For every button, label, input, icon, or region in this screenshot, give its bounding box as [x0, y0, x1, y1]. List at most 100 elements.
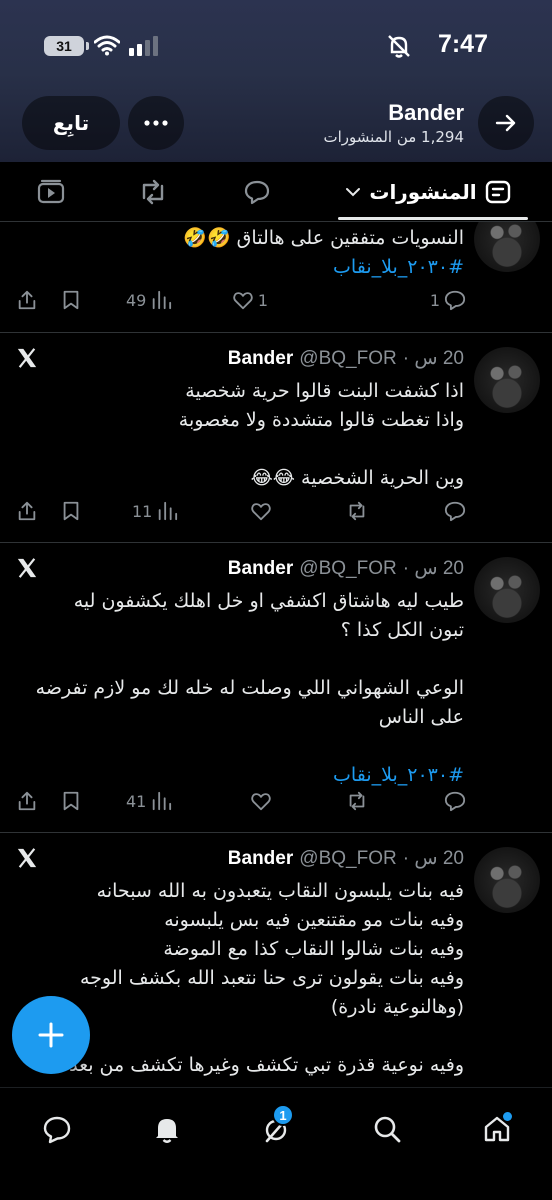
reply-icon: [444, 501, 466, 522]
repost-icon: [142, 179, 164, 205]
share-button[interactable]: [16, 781, 38, 821]
hashtag-link[interactable]: #٢٠٣٠_بلا_نقاب: [24, 253, 464, 282]
posts-feed[interactable]: النسويات متفقين على هالتاق 🤣🤣 #٢٠٣٠_بلا_…: [0, 222, 552, 1087]
post-line: (وهالنوعية نادرة): [330, 996, 464, 1018]
share-button[interactable]: [16, 491, 38, 531]
like-button[interactable]: [250, 781, 272, 821]
video-icon: [37, 179, 65, 204]
reply-bubble-icon: [244, 180, 270, 205]
like-count: 1: [257, 290, 268, 310]
reply-icon: [444, 791, 466, 812]
bookmark-icon: [63, 791, 79, 811]
post-line: وفيه بنات شالوا النقاب كذا مع الموضة: [163, 938, 464, 960]
like-button[interactable]: 1: [232, 280, 272, 320]
post-time: 20 س: [414, 848, 464, 869]
nav-grok[interactable]: 1: [252, 1104, 302, 1154]
notification-badge: 1: [272, 1104, 294, 1126]
chevron-down-icon: [346, 188, 361, 197]
post-time: 20 س: [414, 558, 464, 579]
author-handle[interactable]: @BQ_FOR: [299, 558, 396, 579]
profile-header: 31 7:47 تابِع Bander 1,294 من المنشورات: [0, 0, 552, 162]
profile-name: Bander: [388, 100, 464, 125]
author-handle[interactable]: @BQ_FOR: [299, 348, 396, 369]
bookmark-icon: [63, 290, 79, 310]
post-card[interactable]: Bander @BQ_FOR · 20 س اذا كشفت البنت قال…: [0, 333, 552, 543]
plus-icon: [38, 1022, 64, 1048]
reply-button[interactable]: [444, 491, 466, 531]
tab-reposts[interactable]: [128, 162, 178, 222]
nav-messages[interactable]: [32, 1104, 82, 1154]
share-button[interactable]: [16, 280, 38, 320]
back-button[interactable]: [478, 96, 534, 150]
views-button[interactable]: 49: [122, 280, 172, 320]
post-actions: 41: [0, 781, 552, 821]
reply-icon: [444, 290, 466, 311]
reply-button[interactable]: [444, 781, 466, 821]
post-line: [24, 732, 464, 761]
post-line: واذا تغطت قالوا متشددة ولا مغصوبة: [178, 409, 464, 431]
x-logo-icon: [17, 558, 37, 578]
mute-bell-icon: [388, 35, 410, 58]
heart-icon: [251, 503, 271, 521]
author-name[interactable]: Bander: [228, 558, 293, 579]
repost-icon: [349, 791, 365, 811]
bookmark-button[interactable]: [60, 280, 82, 320]
avatar[interactable]: [474, 557, 540, 623]
post-card[interactable]: Bander @BQ_FOR · 20 س طيب ليه هاشتاق اكش…: [0, 543, 552, 833]
search-icon: [374, 1116, 401, 1143]
arrow-right-icon: [495, 114, 516, 132]
more-dots-icon: [144, 120, 168, 126]
author-handle[interactable]: @BQ_FOR: [299, 848, 396, 869]
nav-home[interactable]: [472, 1104, 522, 1154]
views-bar-icon: [153, 791, 172, 811]
more-options-button[interactable]: [128, 96, 184, 150]
views-button[interactable]: 11: [128, 491, 178, 531]
reply-button[interactable]: 1: [426, 280, 466, 320]
views-button[interactable]: 41: [122, 781, 172, 821]
signal-icon: [129, 36, 158, 56]
avatar[interactable]: [474, 847, 540, 913]
like-button[interactable]: [250, 491, 272, 531]
author-name[interactable]: Bander: [228, 848, 293, 869]
author-name[interactable]: Bander: [228, 348, 293, 369]
post-line: الوعي الشهواني اللي وصلت له خله لك مو لا…: [35, 677, 464, 699]
post-line: [24, 435, 464, 464]
tab-posts[interactable]: المنشورات: [328, 162, 528, 222]
post-text: اذا كشفت البنت قالوا حرية شخصية واذا تغط…: [24, 377, 464, 493]
views-bar-icon: [159, 501, 178, 521]
repost-button[interactable]: [346, 491, 368, 531]
post-line: تبون الكل كذا ؟: [340, 619, 464, 641]
profile-tabs: المنشورات: [0, 162, 552, 222]
post-actions: 11: [0, 491, 552, 531]
repost-button[interactable]: [346, 781, 368, 821]
nav-notifications[interactable]: [142, 1104, 192, 1154]
active-tab-indicator: [338, 217, 528, 220]
compose-button[interactable]: [12, 996, 90, 1074]
post-count: 1,294 من المنشورات: [323, 128, 464, 146]
post-text: النسويات متفقين على هالتاق 🤣🤣 #٢٠٣٠_بلا_…: [24, 224, 464, 282]
repost-icon: [349, 501, 365, 521]
x-logo-icon: [17, 348, 37, 368]
tab-media[interactable]: [26, 162, 76, 222]
views-bar-icon: [153, 290, 172, 310]
avatar[interactable]: [474, 222, 540, 272]
post-line: اذا كشفت البنت قالوا حرية شخصية: [185, 380, 464, 402]
bookmark-button[interactable]: [60, 781, 82, 821]
post-line: وفيه بنات مو مقتنعين فيه بس يلبسونه: [164, 909, 464, 931]
post-text: طيب ليه هاشتاق اكشفي او خل اهلك يكشفون ل…: [24, 587, 464, 790]
wifi-icon: [94, 35, 120, 56]
nav-search[interactable]: [362, 1104, 412, 1154]
post-header: Bander @BQ_FOR · 20 س: [227, 848, 464, 869]
follow-button[interactable]: تابِع: [22, 96, 120, 150]
bottom-navigation: 1: [0, 1087, 552, 1200]
bookmark-button[interactable]: [60, 491, 82, 531]
tab-replies[interactable]: [232, 162, 282, 222]
view-count: 41: [126, 791, 147, 811]
status-bar: 31 7:47: [0, 28, 552, 64]
avatar[interactable]: [474, 347, 540, 413]
post-line: وفيه بنات يقولون ترى حنا نتعبد الله بكشف…: [79, 967, 464, 989]
share-icon: [18, 501, 36, 521]
post-card[interactable]: النسويات متفقين على هالتاق 🤣🤣 #٢٠٣٠_بلا_…: [0, 222, 552, 333]
post-line: وين الحرية الشخصية 😂😂: [250, 467, 464, 489]
reply-count: 1: [429, 290, 440, 310]
